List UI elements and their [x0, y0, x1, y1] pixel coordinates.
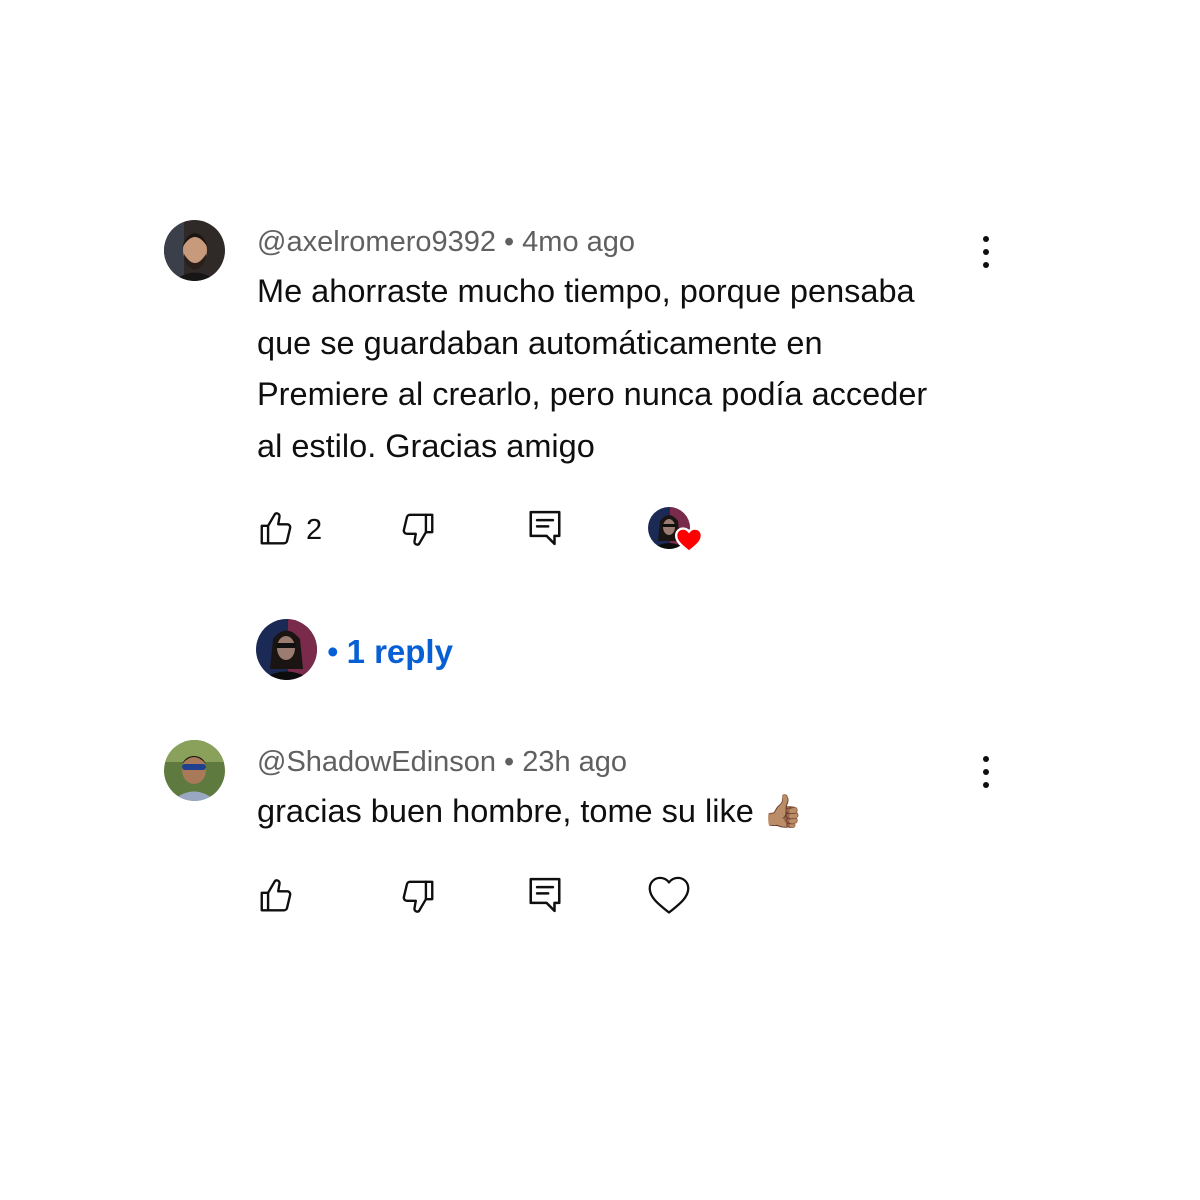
comment-text-line: gracias buen hombre, tome su like	[257, 793, 754, 829]
replies-separator: •	[327, 633, 339, 670]
thumbs-down-icon[interactable]	[399, 877, 437, 915]
replies-count-label: 1 reply	[346, 633, 453, 670]
comment-author[interactable]: @ShadowEdinson	[257, 746, 496, 778]
comment-meta: @axelromero9392 • 4mo ago	[257, 228, 635, 257]
comment-text-line: al estilo. Gracias amigo	[257, 427, 595, 464]
reply-avatar[interactable]	[256, 619, 317, 680]
comment-text-line: que se guardaban automáticamente en	[257, 324, 823, 361]
comment-meta: @ShadowEdinson • 23h ago	[257, 748, 627, 777]
comment-text: gracias buen hombre, tome su like 👍🏽	[257, 786, 997, 838]
heart-icon	[675, 527, 703, 553]
comment-author[interactable]: @axelromero9392	[257, 226, 496, 258]
replies-link[interactable]: • 1 reply	[327, 635, 453, 668]
meta-separator: •	[504, 226, 515, 258]
heart-icon[interactable]	[648, 875, 690, 915]
like-count: 2	[306, 514, 323, 546]
thumbs-up-icon[interactable]	[257, 877, 295, 915]
meta-separator: •	[504, 746, 515, 778]
creator-heart	[648, 507, 704, 555]
avatar[interactable]	[164, 740, 225, 801]
comment-text: Me ahorraste mucho tiempo, porque pensab…	[257, 266, 997, 472]
comment-text-line: Me ahorraste mucho tiempo, porque pensab…	[257, 273, 915, 309]
thumbs-down-icon[interactable]	[399, 510, 437, 548]
thumbs-up-emoji: 👍🏽	[762, 793, 804, 829]
comment-text-line: Premiere al crearlo, pero nunca podía ac…	[257, 376, 928, 412]
comment-icon[interactable]	[526, 507, 564, 549]
comment-age[interactable]: 23h ago	[522, 746, 627, 778]
comment-icon[interactable]	[526, 874, 564, 916]
thumbs-up-icon[interactable]	[257, 510, 295, 548]
avatar[interactable]	[164, 220, 225, 281]
comment-age[interactable]: 4mo ago	[522, 226, 635, 258]
